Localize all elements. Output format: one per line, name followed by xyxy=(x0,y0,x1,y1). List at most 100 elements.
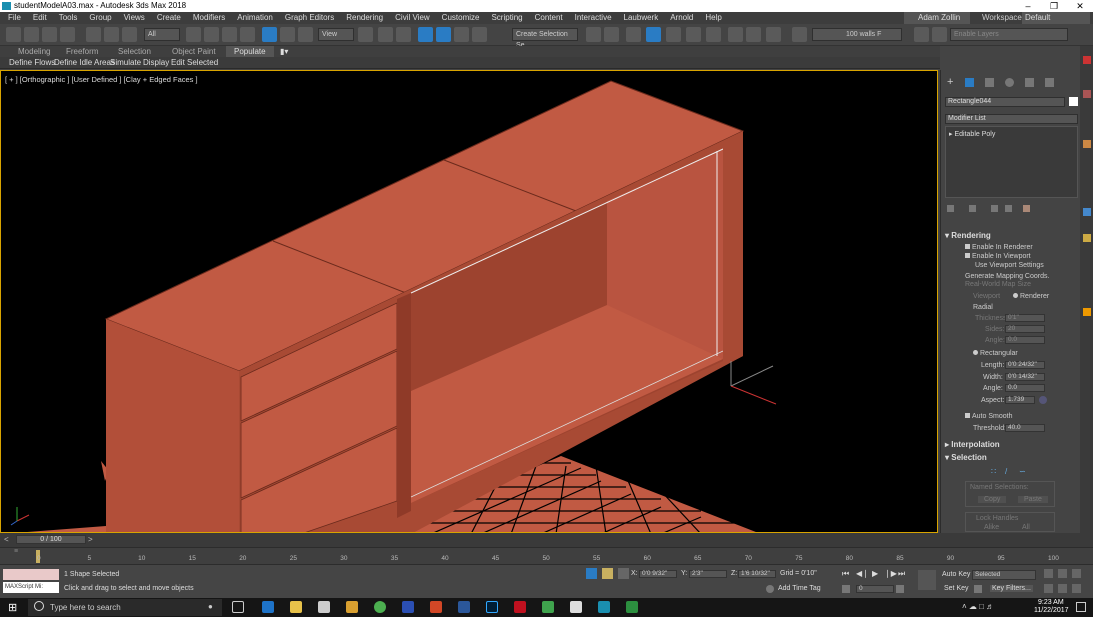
store-icon[interactable] xyxy=(318,601,330,613)
menu-views[interactable]: Views xyxy=(118,12,151,24)
z-coordinate-field[interactable]: 1'6 10/32" xyxy=(738,570,776,578)
menu-graph-editors[interactable]: Graph Editors xyxy=(279,12,340,24)
create-tab-icon[interactable]: + xyxy=(947,76,953,88)
rendered-frame-icon[interactable] xyxy=(746,27,761,42)
menu-help[interactable]: Help xyxy=(699,12,727,24)
alike-radio[interactable]: Alike xyxy=(984,524,999,531)
strip-icon-1[interactable] xyxy=(1083,56,1091,64)
isolate-selection-icon[interactable] xyxy=(586,568,597,579)
align-icon[interactable] xyxy=(604,27,619,42)
tab-freeform[interactable]: Freeform xyxy=(66,47,98,56)
menu-customize[interactable]: Customize xyxy=(436,12,486,24)
powerpoint-icon[interactable] xyxy=(430,601,442,613)
angle2-spinner[interactable]: 0.0 xyxy=(1005,384,1045,392)
define-flows-button[interactable]: Define Flows xyxy=(9,58,55,67)
configure-sets-icon[interactable] xyxy=(1023,205,1030,212)
enable-renderer-checkbox[interactable]: Enable In Renderer xyxy=(965,244,1033,251)
field-of-view-icon[interactable] xyxy=(1044,584,1053,593)
modifier-stack[interactable]: ▸ Editable Poly xyxy=(945,126,1078,198)
modifier-list-dropdown[interactable]: Modifier List xyxy=(945,114,1078,124)
define-idle-areas-button[interactable]: Define Idle Areas xyxy=(54,58,115,67)
menu-create[interactable]: Create xyxy=(151,12,187,24)
utilities-tab-icon[interactable] xyxy=(1045,78,1054,87)
menu-laubwerk[interactable]: Laubwerk xyxy=(618,12,665,24)
simulate-button[interactable]: Simulate xyxy=(110,58,141,67)
unlink-icon[interactable] xyxy=(60,27,75,42)
rect-selection-icon[interactable] xyxy=(222,27,237,42)
toggle-layer-explorer-icon[interactable] xyxy=(646,27,661,42)
spinner-snap-icon[interactable] xyxy=(472,27,487,42)
scale-icon[interactable] xyxy=(298,27,313,42)
menu-rendering[interactable]: Rendering xyxy=(340,12,389,24)
menu-interactive[interactable]: Interactive xyxy=(569,12,618,24)
snap-toggle-icon[interactable] xyxy=(418,27,433,42)
selection-filter-icon[interactable] xyxy=(122,27,137,42)
keyboard-shortcut-icon[interactable] xyxy=(396,27,411,42)
rectangular-radio[interactable]: Rectangular xyxy=(973,350,1018,357)
photoshop-icon[interactable] xyxy=(486,601,498,613)
taskbar-search-box[interactable]: Type here to search ● xyxy=(28,599,222,616)
selection-rollout-header[interactable]: ▾ Selection xyxy=(945,453,987,462)
ribbon-options-icon[interactable]: ▮▾ xyxy=(280,47,288,56)
vertex-level-icon[interactable]: ∷ xyxy=(991,467,996,476)
tab-modeling[interactable]: Modeling xyxy=(18,47,50,56)
remove-modifier-icon[interactable] xyxy=(1005,205,1012,212)
maxscript-mini-input[interactable]: MAXScript Mi: xyxy=(3,582,59,593)
tray-icons[interactable]: ˄ ☁ □ ♬ xyxy=(962,602,994,611)
maxscript-listener[interactable] xyxy=(3,569,59,580)
user-account[interactable]: Adam Zollin xyxy=(904,12,970,24)
radial-radio[interactable]: Radial xyxy=(973,304,993,311)
media-icon[interactable] xyxy=(346,601,358,613)
workspace-dropdown[interactable]: Default xyxy=(1022,12,1090,24)
time-next-button[interactable]: > xyxy=(88,535,93,544)
layers-icon[interactable] xyxy=(914,27,929,42)
object-color-swatch[interactable] xyxy=(1069,97,1078,106)
select-link-icon[interactable] xyxy=(104,27,119,42)
recorder-icon[interactable] xyxy=(626,601,638,613)
curve-editor-icon[interactable] xyxy=(666,27,681,42)
3dsmax-taskbar-icon[interactable] xyxy=(598,601,610,613)
zoom-icon[interactable] xyxy=(1044,569,1053,578)
length-spinner[interactable]: 0'0 24/32" xyxy=(1005,361,1045,369)
go-to-end-icon[interactable]: ⏭ xyxy=(898,569,905,579)
interpolation-rollout-header[interactable]: ▸ Interpolation xyxy=(945,440,1000,449)
zoom-all-icon[interactable] xyxy=(1058,569,1067,578)
segment-level-icon[interactable]: / xyxy=(1005,467,1007,476)
track-bar[interactable]: ≡ 0 5 10 15 20 25 30 35 40 45 50 55 60 65 70 75 80 85 90 95… xyxy=(0,547,1093,564)
set-key-button[interactable]: Set Key xyxy=(944,585,969,592)
threshold-spinner[interactable]: 40.0 xyxy=(1005,424,1045,432)
action-center-icon[interactable] xyxy=(1076,602,1086,612)
key-mode-dropdown[interactable]: Selected xyxy=(972,570,1036,580)
current-frame-field[interactable]: 0 xyxy=(856,585,894,593)
auto-key-button[interactable]: Auto Key xyxy=(942,571,970,578)
menu-group[interactable]: Group xyxy=(83,12,117,24)
selection-filter-dropdown[interactable]: All xyxy=(144,28,180,41)
menu-content[interactable]: Content xyxy=(529,12,569,24)
show-end-result-icon[interactable] xyxy=(969,205,976,212)
key-filters-icon[interactable] xyxy=(974,585,982,593)
use-viewport-settings-checkbox[interactable]: Use Viewport Settings xyxy=(975,262,1044,269)
x-coordinate-field[interactable]: 0'0 9/32" xyxy=(639,570,677,578)
time-tag-icon[interactable] xyxy=(766,585,774,593)
rendering-rollout-header[interactable]: ▾ Rendering xyxy=(945,231,991,240)
mirror-icon[interactable] xyxy=(586,27,601,42)
schematic-view-icon[interactable] xyxy=(686,27,701,42)
selection-lock-icon[interactable] xyxy=(602,568,613,579)
named-selection-dropdown[interactable]: Create Selection Se xyxy=(512,28,578,49)
key-mode-icon[interactable] xyxy=(842,585,850,593)
close-button[interactable]: ✕ xyxy=(1067,0,1093,12)
select-by-name-icon[interactable] xyxy=(204,27,219,42)
rotate-icon[interactable] xyxy=(280,27,295,42)
task-view-icon[interactable] xyxy=(232,601,244,613)
render-setup-icon[interactable] xyxy=(728,27,743,42)
menu-arnold[interactable]: Arnold xyxy=(664,12,699,24)
menu-edit[interactable]: Edit xyxy=(27,12,53,24)
enable-viewport-checkbox[interactable]: Enable In Viewport xyxy=(965,253,1031,260)
menu-tools[interactable]: Tools xyxy=(53,12,84,24)
generate-mapping-checkbox[interactable]: Generate Mapping Coords. xyxy=(965,273,1049,280)
strip-icon-2[interactable] xyxy=(1083,90,1091,98)
stack-item-editable-poly[interactable]: ▸ Editable Poly xyxy=(949,130,995,138)
sides-spinner[interactable]: 20 xyxy=(1005,325,1045,333)
hierarchy-tab-icon[interactable] xyxy=(985,78,994,87)
tab-populate[interactable]: Populate xyxy=(226,46,274,57)
